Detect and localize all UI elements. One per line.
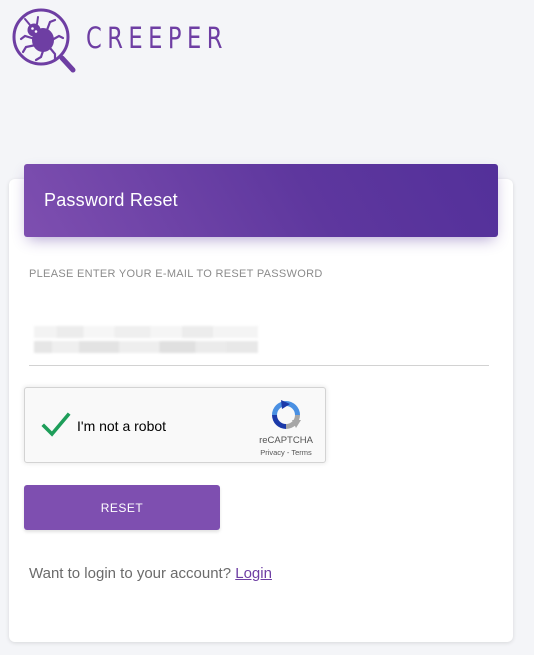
recaptcha-privacy-link[interactable]: Privacy bbox=[260, 448, 285, 457]
login-prompt-text: Want to login to your account? bbox=[29, 565, 236, 582]
recaptcha-label: I'm not a robot bbox=[77, 418, 167, 434]
brand-logo[interactable]: CREEPER bbox=[10, 6, 268, 74]
password-reset-page: CREEPER Password Reset PLEASE ENTER YOUR… bbox=[0, 0, 534, 655]
brand-name: CREEPER bbox=[86, 21, 228, 55]
recaptcha-terms-link[interactable]: Terms bbox=[291, 448, 311, 457]
card-title: Password Reset bbox=[44, 190, 178, 210]
email-field[interactable] bbox=[29, 318, 489, 366]
bug-magnifier-icon bbox=[12, 8, 76, 73]
login-prompt: Want to login to your account? Login bbox=[29, 565, 272, 582]
recaptcha-brand: reCAPTCHA bbox=[259, 435, 313, 446]
recaptcha-widget[interactable]: I'm not a robot reCAPTCHA Privacy - Term… bbox=[24, 387, 326, 463]
reset-button[interactable]: RESET bbox=[24, 485, 220, 530]
recaptcha-links: Privacy - Terms bbox=[253, 448, 319, 457]
login-link[interactable]: Login bbox=[235, 565, 272, 582]
checkmark-icon[interactable] bbox=[41, 411, 71, 439]
email-instruction: PLEASE ENTER YOUR E-MAIL TO RESET PASSWO… bbox=[29, 268, 323, 280]
card-header: Password Reset bbox=[24, 164, 498, 237]
recaptcha-logo-icon bbox=[272, 400, 301, 429]
